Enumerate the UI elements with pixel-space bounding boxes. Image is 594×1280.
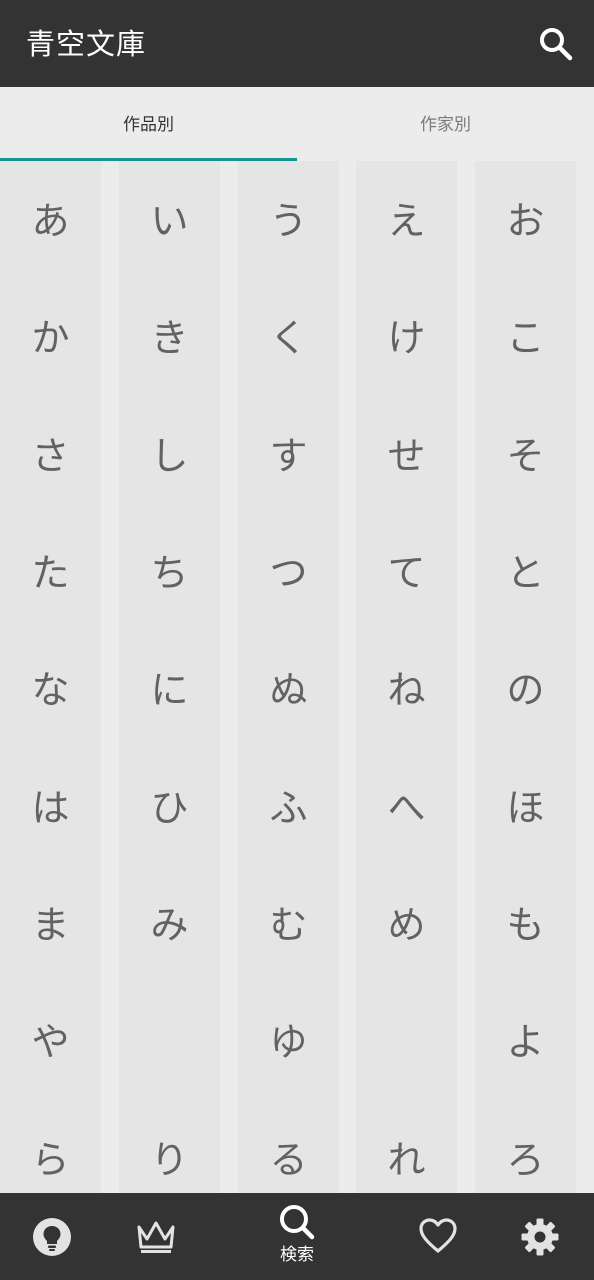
app-bar: 青空文庫: [0, 0, 594, 87]
kana-cell[interactable]: や: [0, 984, 101, 1101]
tab-bar: 作品別 作家別: [0, 87, 594, 161]
kana-cell[interactable]: れ: [356, 1102, 457, 1193]
kana-cell[interactable]: ぬ: [238, 632, 339, 749]
kana-cell[interactable]: う: [238, 163, 339, 280]
kana-cell[interactable]: く: [238, 280, 339, 397]
kana-cell: [356, 984, 457, 1101]
kana-index-grid: あかさたなはまやらいきしちにひみりうくすつぬふむゆるえけせてねへめれおこそとのほ…: [0, 161, 594, 1193]
kana-cell[interactable]: せ: [356, 398, 457, 515]
kana-column: えけせてねへめれ: [356, 161, 457, 1193]
kana-cell[interactable]: ゆ: [238, 984, 339, 1101]
search-button[interactable]: [536, 24, 576, 64]
kana-cell[interactable]: る: [238, 1102, 339, 1193]
kana-cell[interactable]: き: [119, 280, 220, 397]
nav-recommend[interactable]: [22, 1193, 82, 1280]
kana-cell[interactable]: お: [475, 163, 576, 280]
tab-by-work[interactable]: 作品別: [0, 87, 297, 161]
kana-cell[interactable]: ね: [356, 632, 457, 749]
kana-cell[interactable]: ひ: [119, 750, 220, 867]
kana-cell[interactable]: い: [119, 163, 220, 280]
kana-cell[interactable]: ま: [0, 867, 101, 984]
kana-cell[interactable]: す: [238, 398, 339, 515]
kana-cell[interactable]: な: [0, 632, 101, 749]
nav-favorites[interactable]: [408, 1193, 468, 1280]
kana-cell[interactable]: し: [119, 398, 220, 515]
kana-cell[interactable]: は: [0, 750, 101, 867]
kana-cell[interactable]: り: [119, 1102, 220, 1193]
gear-icon: [521, 1218, 559, 1256]
kana-cell[interactable]: か: [0, 280, 101, 397]
kana-cell[interactable]: み: [119, 867, 220, 984]
kana-column: うくすつぬふむゆる: [238, 161, 339, 1193]
kana-cell[interactable]: け: [356, 280, 457, 397]
app-screen: 青空文庫 作品別 作家別 あかさたなはまやらいきしちにひみりうくすつぬふむゆるえ…: [0, 0, 594, 1280]
nav-ranking[interactable]: [126, 1193, 186, 1280]
kana-cell[interactable]: と: [475, 515, 576, 632]
search-icon: [280, 1205, 315, 1240]
lightbulb-icon: [33, 1218, 71, 1256]
kana-cell[interactable]: た: [0, 515, 101, 632]
kana-cell[interactable]: よ: [475, 984, 576, 1101]
kana-cell[interactable]: こ: [475, 280, 576, 397]
kana-cell: [119, 984, 220, 1101]
nav-search[interactable]: 検索: [262, 1193, 332, 1280]
kana-cell[interactable]: に: [119, 632, 220, 749]
crown-icon: [137, 1221, 175, 1253]
kana-column: いきしちにひみり: [119, 161, 220, 1193]
kana-cell[interactable]: ふ: [238, 750, 339, 867]
kana-cell[interactable]: さ: [0, 398, 101, 515]
kana-cell[interactable]: え: [356, 163, 457, 280]
kana-cell[interactable]: ち: [119, 515, 220, 632]
kana-cell[interactable]: の: [475, 632, 576, 749]
kana-cell[interactable]: も: [475, 867, 576, 984]
kana-column: あかさたなはまやら: [0, 161, 101, 1193]
tab-by-author[interactable]: 作家別: [297, 87, 594, 161]
heart-icon: [419, 1218, 457, 1253]
kana-cell[interactable]: ろ: [475, 1102, 576, 1193]
nav-search-label: 検索: [280, 1245, 314, 1265]
kana-cell[interactable]: つ: [238, 515, 339, 632]
app-title: 青空文庫: [26, 27, 147, 61]
search-icon: [540, 28, 573, 61]
bottom-navigation: 検索: [0, 1193, 594, 1280]
kana-cell[interactable]: め: [356, 867, 457, 984]
kana-cell[interactable]: そ: [475, 398, 576, 515]
kana-cell[interactable]: む: [238, 867, 339, 984]
kana-cell[interactable]: ら: [0, 1102, 101, 1193]
kana-cell[interactable]: て: [356, 515, 457, 632]
kana-column: おこそとのほもよろ: [475, 161, 576, 1193]
kana-cell[interactable]: ほ: [475, 750, 576, 867]
nav-settings[interactable]: [510, 1193, 570, 1280]
kana-cell[interactable]: へ: [356, 750, 457, 867]
kana-cell[interactable]: あ: [0, 163, 101, 280]
